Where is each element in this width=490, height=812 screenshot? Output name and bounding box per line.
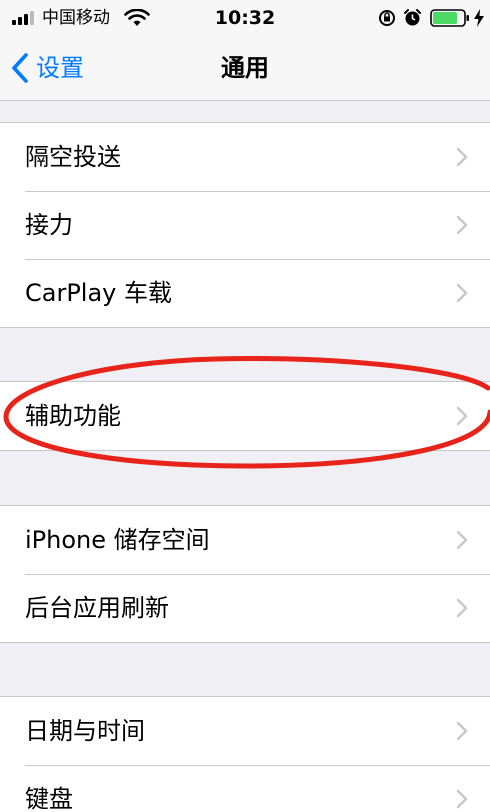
settings-row-keyboard[interactable]: 键盘 bbox=[0, 765, 490, 812]
row-label: 后台应用刷新 bbox=[25, 594, 169, 622]
alarm-icon bbox=[404, 9, 421, 26]
chevron-right-icon bbox=[456, 406, 468, 426]
row-label: 日期与时间 bbox=[25, 717, 145, 745]
settings-row-date-time[interactable]: 日期与时间 bbox=[0, 697, 490, 765]
status-bar: 中国移动 10:32 bbox=[0, 0, 490, 36]
settings-general-screen: 中国移动 10:32 设置 通用 隔空投送 接力 CarPlay 车载 辅助功能… bbox=[0, 0, 490, 812]
chevron-right-icon bbox=[456, 598, 468, 618]
row-label: CarPlay 车载 bbox=[25, 279, 173, 307]
chevron-right-icon bbox=[456, 283, 468, 303]
page-title: 通用 bbox=[221, 54, 269, 82]
settings-group-sharing: 隔空投送 接力 CarPlay 车载 bbox=[0, 122, 490, 328]
row-label: iPhone 储存空间 bbox=[25, 526, 210, 554]
settings-group-accessibility: 辅助功能 bbox=[0, 381, 490, 451]
settings-row-accessibility[interactable]: 辅助功能 bbox=[0, 382, 490, 450]
navigation-bar: 设置 通用 bbox=[0, 36, 490, 101]
settings-row-background-refresh[interactable]: 后台应用刷新 bbox=[0, 574, 490, 642]
chevron-right-icon bbox=[456, 215, 468, 235]
settings-row-handoff[interactable]: 接力 bbox=[0, 191, 490, 259]
row-label: 辅助功能 bbox=[25, 402, 121, 430]
row-label: 隔空投送 bbox=[25, 143, 121, 171]
settings-group-storage: iPhone 储存空间 后台应用刷新 bbox=[0, 505, 490, 643]
chevron-right-icon bbox=[456, 721, 468, 741]
settings-row-carplay[interactable]: CarPlay 车载 bbox=[0, 259, 490, 327]
orientation-lock-icon bbox=[379, 10, 395, 26]
chevron-right-icon bbox=[456, 789, 468, 809]
row-label: 键盘 bbox=[25, 785, 73, 812]
charging-bolt-icon bbox=[474, 9, 484, 27]
row-label: 接力 bbox=[25, 211, 73, 239]
settings-row-airdrop[interactable]: 隔空投送 bbox=[0, 123, 490, 191]
chevron-right-icon bbox=[456, 530, 468, 550]
battery-icon bbox=[430, 9, 469, 27]
settings-row-iphone-storage[interactable]: iPhone 储存空间 bbox=[0, 506, 490, 574]
chevron-right-icon bbox=[456, 147, 468, 167]
settings-group-date-keyboard: 日期与时间 键盘 bbox=[0, 696, 490, 812]
